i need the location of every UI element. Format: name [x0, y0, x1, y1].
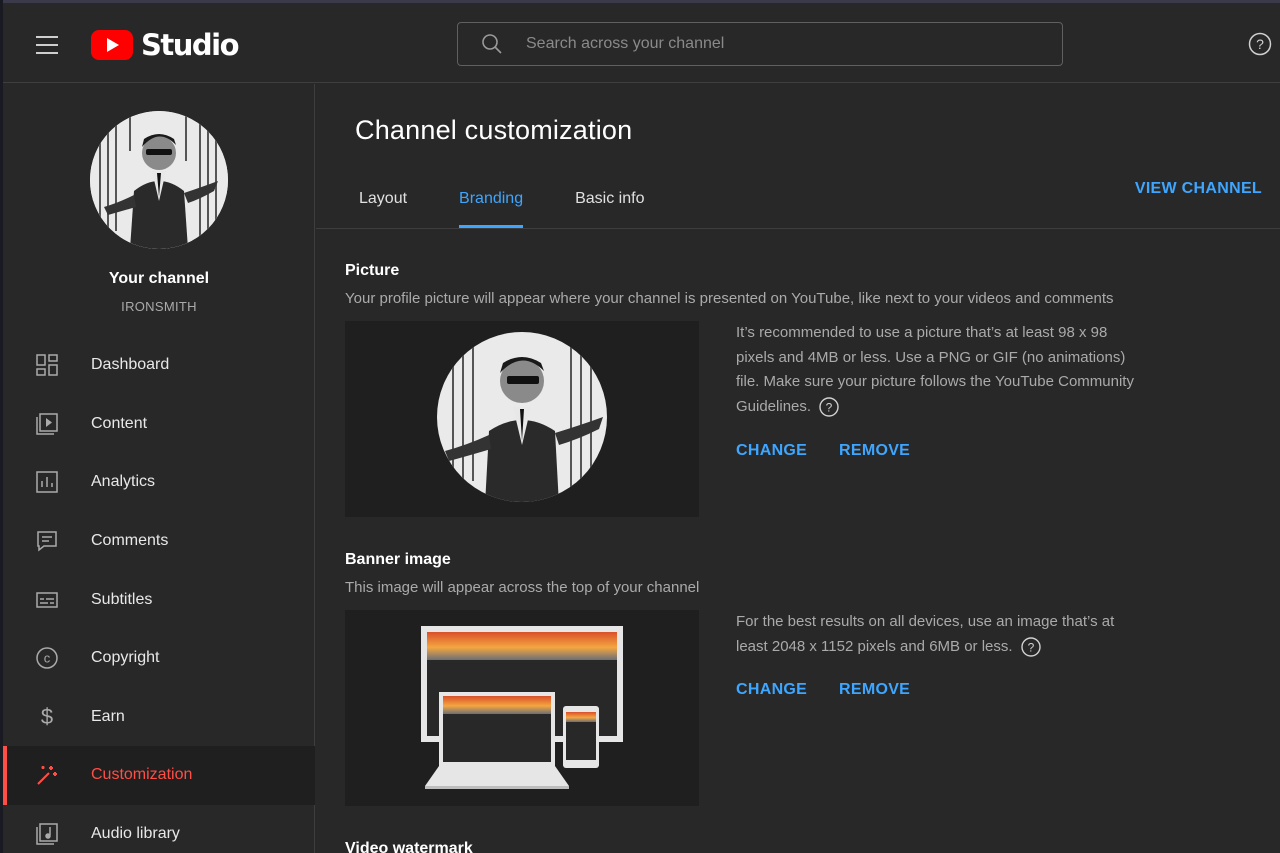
sidebar-item-label: Dashboard	[91, 356, 170, 374]
main-content: Channel customization Layout Branding Ba…	[316, 84, 1280, 853]
sidebar-item-copyright[interactable]: c Copyright	[3, 629, 315, 688]
channel-title: Your channel	[108, 270, 210, 287]
tab-layout[interactable]: Layout	[340, 170, 426, 228]
channel-avatar[interactable]	[90, 111, 228, 249]
sidebar-item-label: Content	[91, 414, 148, 432]
top-app-bar: Studio ?	[3, 3, 1280, 83]
magic-wand-icon	[34, 762, 60, 788]
banner-section-description: This image will appear across the top of…	[345, 579, 700, 596]
banner-remove-button[interactable]: REMOVE	[839, 681, 910, 699]
svg-text:$: $	[41, 705, 53, 729]
channel-name: IRONSMITH	[121, 299, 197, 314]
search-icon	[482, 34, 502, 54]
sidebar-item-label: Copyright	[91, 649, 160, 667]
svg-text:?: ?	[826, 400, 833, 414]
help-icon[interactable]: ?	[819, 396, 839, 417]
sidebar-item-label: Audio library	[91, 825, 180, 843]
sidebar-item-label: Analytics	[91, 473, 156, 491]
view-channel-button[interactable]: VIEW CHANNEL	[1135, 180, 1262, 198]
picture-info-text: It’s recommended to use a picture that’s…	[736, 324, 1134, 415]
content-icon	[34, 411, 60, 437]
banner-info-text: For the best results on all devices, use…	[736, 613, 1115, 655]
help-icon[interactable]: ?	[1248, 32, 1272, 56]
sidebar-item-label: Subtitles	[91, 590, 153, 608]
banner-change-button[interactable]: CHANGE	[736, 681, 807, 699]
picture-remove-button[interactable]: REMOVE	[839, 442, 910, 460]
copyright-icon: c	[34, 645, 60, 671]
tab-basic-info[interactable]: Basic info	[556, 170, 663, 228]
logo-text: Studio	[141, 28, 240, 62]
tabs-divider	[316, 228, 1280, 229]
hamburger-menu-icon[interactable]	[27, 25, 67, 65]
svg-text:?: ?	[1256, 36, 1264, 52]
studio-logo[interactable]: Studio	[91, 27, 240, 63]
sidebar-item-subtitles[interactable]: Subtitles	[3, 570, 315, 629]
page-title: Channel customization	[355, 115, 633, 145]
banner-preview	[345, 610, 699, 806]
sidebar-item-comments[interactable]: Comments	[3, 512, 315, 571]
dashboard-icon	[34, 352, 60, 378]
sidebar-item-label: Customization	[91, 766, 193, 784]
analytics-icon	[34, 469, 60, 495]
picture-section-title: Picture	[345, 262, 400, 279]
youtube-logo-icon	[91, 30, 133, 60]
banner-section-title: Banner image	[345, 551, 451, 568]
sidebar-item-label: Comments	[91, 532, 169, 550]
sidebar: Your channel IRONSMITH Dashboard Content	[3, 84, 315, 853]
search-input[interactable]	[526, 35, 1006, 53]
tab-bar: Layout Branding Basic info	[340, 170, 677, 228]
subtitles-icon	[34, 587, 60, 613]
svg-text:c: c	[44, 651, 51, 666]
dollar-icon: $	[34, 704, 60, 730]
picture-section-description: Your profile picture will appear where y…	[345, 290, 1114, 307]
banner-info: For the best results on all devices, use…	[736, 610, 1146, 659]
comments-icon	[34, 528, 60, 554]
watermark-section-title: Video watermark	[345, 840, 473, 853]
sidebar-item-customization[interactable]: Customization	[3, 746, 315, 805]
tab-branding[interactable]: Branding	[440, 170, 542, 228]
sidebar-item-earn[interactable]: $ Earn	[3, 688, 315, 747]
sidebar-item-label: Earn	[91, 707, 125, 725]
sidebar-item-audio-library[interactable]: Audio library	[3, 805, 315, 853]
picture-preview	[345, 321, 699, 517]
audio-library-icon	[34, 821, 60, 847]
sidebar-item-dashboard[interactable]: Dashboard	[3, 336, 315, 395]
search-box[interactable]	[457, 22, 1063, 66]
picture-info: It’s recommended to use a picture that’s…	[736, 321, 1146, 419]
help-icon[interactable]: ?	[1020, 636, 1041, 657]
svg-text:?: ?	[1027, 640, 1034, 654]
picture-change-button[interactable]: CHANGE	[736, 442, 807, 460]
sidebar-item-analytics[interactable]: Analytics	[3, 453, 315, 512]
sidebar-nav: Dashboard Content Analytics Comments Sub…	[3, 336, 315, 853]
sidebar-item-content[interactable]: Content	[3, 395, 315, 454]
